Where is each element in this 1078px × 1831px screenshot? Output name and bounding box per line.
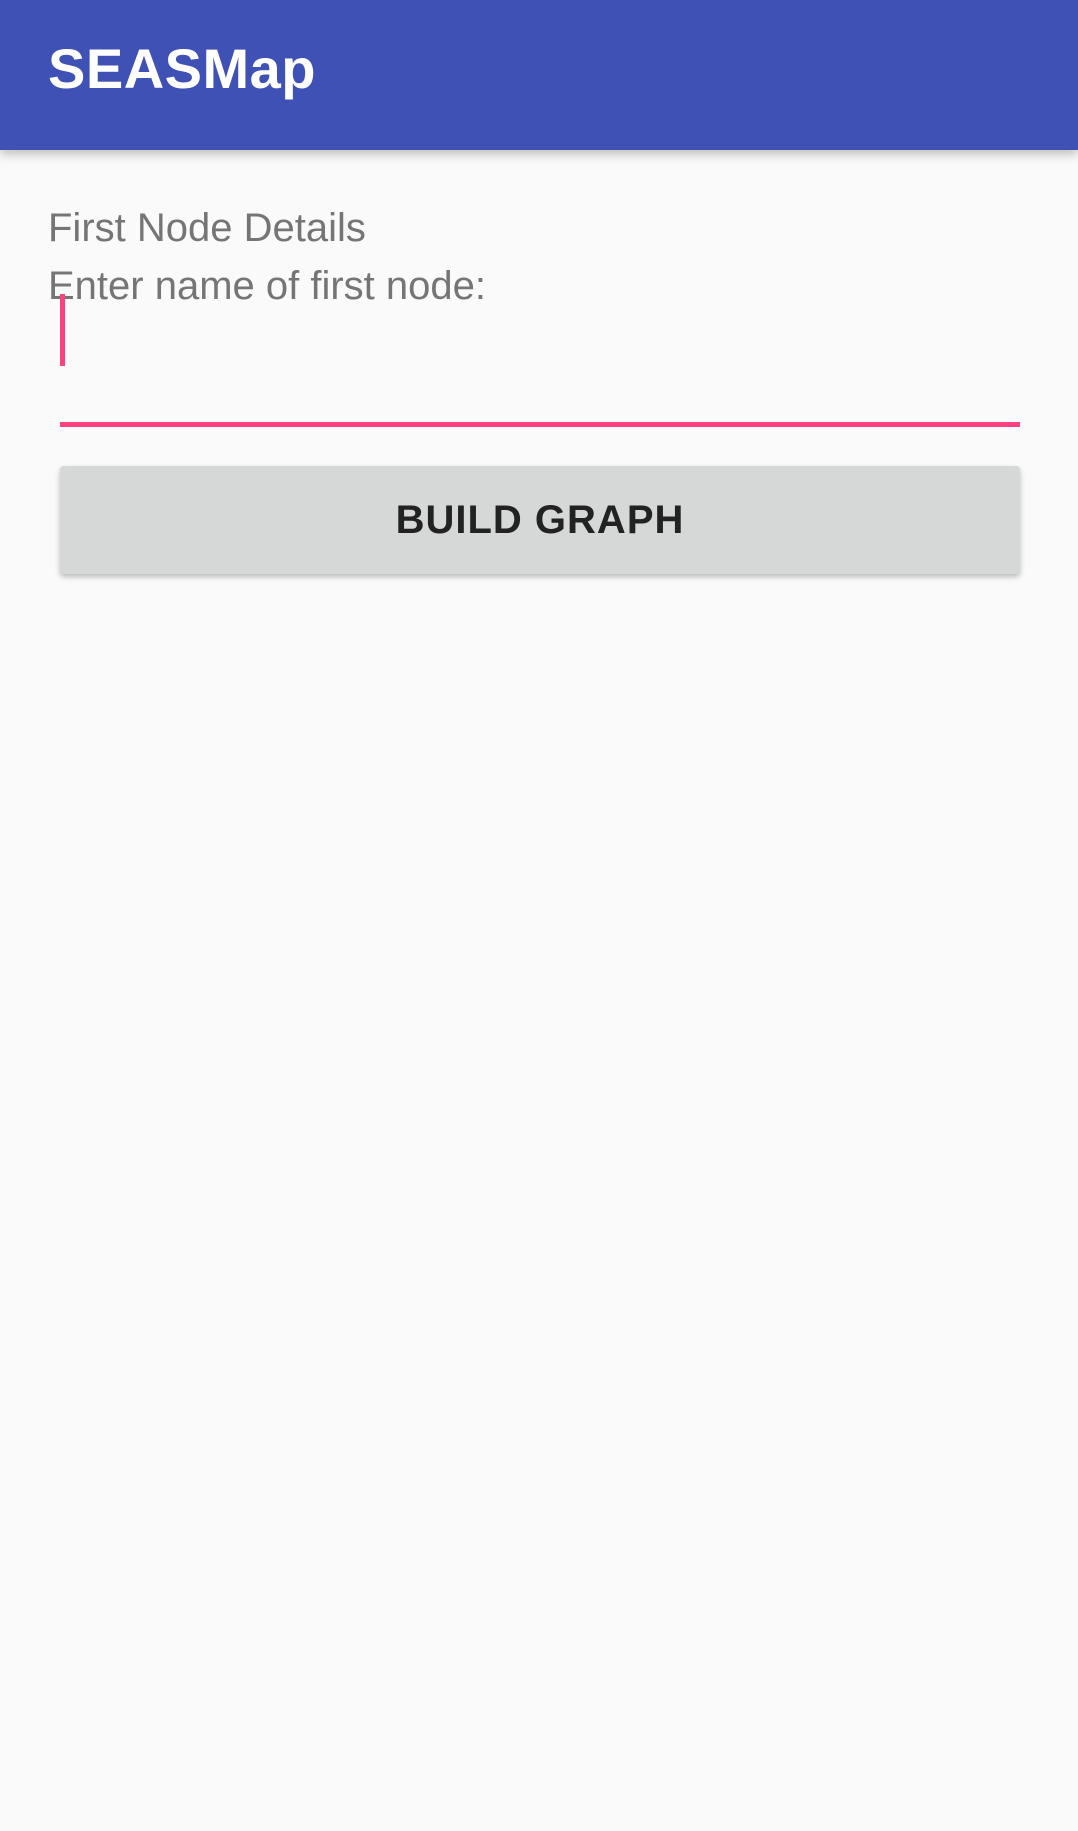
node-name-label: Enter name of first node: bbox=[48, 264, 487, 308]
node-name-field-container[interactable] bbox=[60, 340, 1020, 428]
input-underline bbox=[60, 422, 1020, 427]
section-title: First Node Details bbox=[48, 206, 366, 250]
text-cursor bbox=[60, 294, 65, 366]
main-content: First Node Details Enter name of first n… bbox=[0, 150, 1078, 1831]
app-bar: SEASMap bbox=[0, 0, 1078, 150]
node-name-input[interactable] bbox=[60, 340, 1020, 422]
app-title: SEASMap bbox=[48, 37, 316, 100]
build-graph-button[interactable]: BUILD GRAPH bbox=[60, 466, 1020, 574]
